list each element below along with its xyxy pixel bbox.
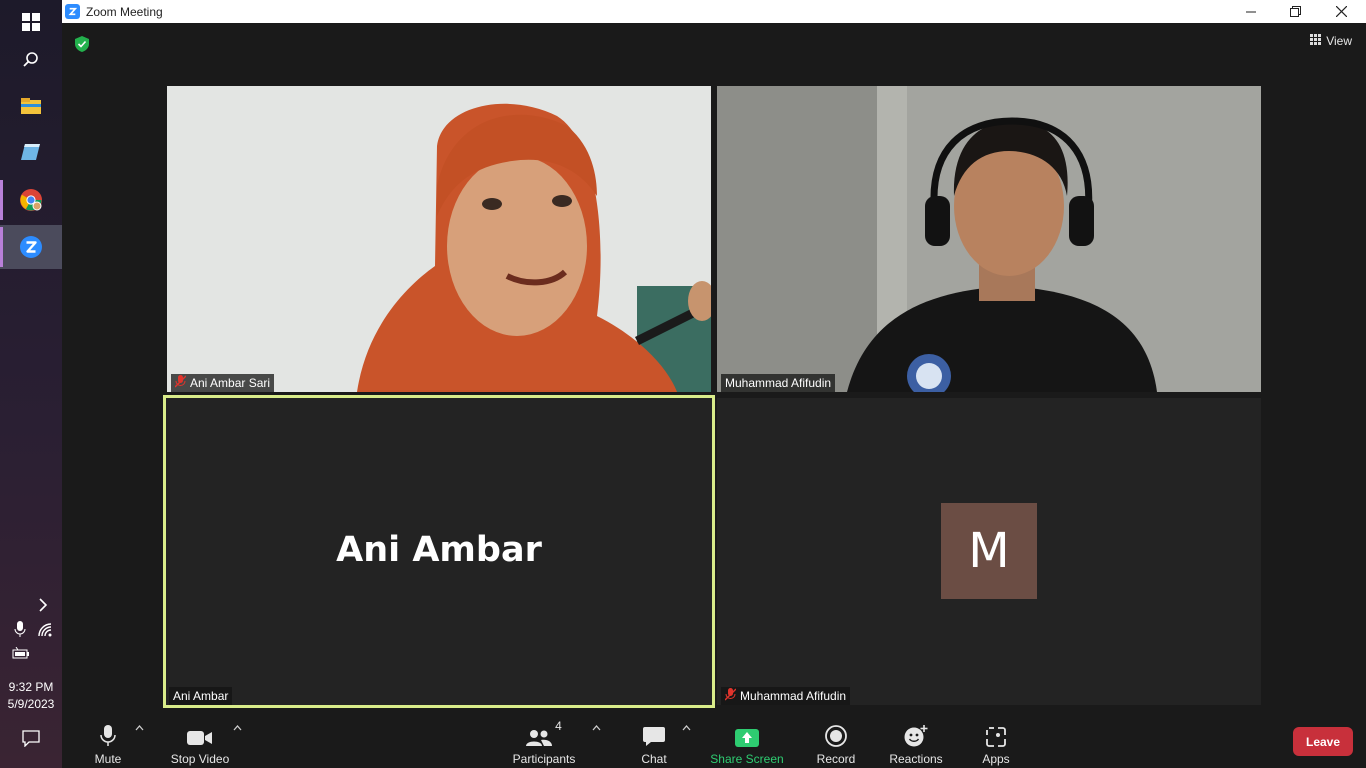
clock-date[interactable]: 5/9/2023 — [0, 697, 62, 711]
meeting-area: View Ani Ambar Sari Muhammad Afifudin An… — [62, 23, 1366, 768]
muted-microphone-icon — [724, 688, 737, 704]
clock-time[interactable]: 9:32 PM — [0, 680, 62, 694]
participants-icon: 4 — [526, 717, 562, 747]
meeting-toolbar: Mute Stop Video 4 Participants Chat Shar… — [62, 711, 1366, 768]
reactions-button[interactable]: Reactions — [888, 711, 944, 768]
avatar: M — [941, 503, 1037, 599]
chrome-icon[interactable] — [0, 178, 62, 222]
stop-video-button[interactable]: Stop Video — [165, 711, 235, 768]
zoom-app-icon — [65, 4, 80, 19]
video-tile-participant-2[interactable]: Muhammad Afifudin — [717, 86, 1261, 392]
chat-button[interactable]: Chat — [634, 711, 674, 768]
record-label: Record — [816, 752, 856, 766]
muted-microphone-icon — [174, 375, 187, 391]
windows-taskbar: 9:32 PM 5/9/2023 — [0, 0, 62, 768]
battery-icon[interactable] — [12, 646, 30, 662]
participant-nameplate: Ani Ambar Sari — [171, 374, 275, 392]
view-label: View — [1326, 34, 1352, 48]
chat-label: Chat — [641, 752, 667, 766]
restore-button[interactable] — [1272, 0, 1318, 23]
window-title: Zoom Meeting — [86, 4, 163, 19]
stop-video-label: Stop Video — [170, 752, 230, 766]
participant-video-image — [167, 86, 711, 392]
file-explorer-icon[interactable] — [0, 84, 62, 128]
smiley-face-icon — [904, 717, 928, 747]
grid-view-icon — [1310, 34, 1322, 48]
video-tile-participant-4[interactable]: M Muhammad Afifudin — [717, 398, 1261, 705]
participant-display-name: Ani Ambar — [336, 530, 542, 570]
record-button[interactable]: Record — [814, 711, 858, 768]
microphone-tray-icon[interactable] — [14, 621, 26, 641]
record-icon — [825, 717, 847, 747]
microphone-icon — [100, 717, 116, 747]
close-button[interactable] — [1318, 0, 1364, 23]
participant-video-image — [717, 86, 1261, 392]
participants-label: Participants — [512, 752, 576, 766]
chat-options-chevron-up-icon[interactable] — [682, 723, 691, 734]
notepad-icon[interactable] — [0, 130, 62, 174]
mute-label: Mute — [94, 752, 122, 766]
apps-icon — [986, 717, 1006, 747]
apps-label: Apps — [982, 752, 1010, 766]
view-button[interactable]: View — [1310, 34, 1352, 48]
search-icon[interactable] — [0, 38, 62, 82]
wifi-icon[interactable] — [38, 623, 54, 640]
minimize-button[interactable] — [1228, 0, 1274, 23]
participant-name: Ani Ambar — [173, 689, 229, 703]
reactions-label: Reactions — [889, 752, 943, 766]
video-tile-participant-1[interactable]: Ani Ambar Sari — [167, 86, 711, 392]
participant-name: Muhammad Afifudin — [740, 689, 847, 703]
share-screen-label: Share Screen — [710, 752, 784, 766]
share-screen-button[interactable]: Share Screen — [710, 711, 784, 768]
video-camera-icon — [187, 717, 213, 747]
leave-button[interactable]: Leave — [1293, 727, 1353, 756]
mute-button[interactable]: Mute — [88, 711, 128, 768]
share-screen-arrow-icon — [735, 717, 759, 747]
show-hidden-icons-chevron-icon[interactable] — [38, 598, 48, 615]
participant-nameplate: Ani Ambar — [169, 687, 233, 705]
window-titlebar: Zoom Meeting — [62, 0, 1366, 23]
participants-button[interactable]: 4 Participants — [508, 711, 580, 768]
video-options-chevron-up-icon[interactable] — [233, 723, 242, 734]
participants-count: 4 — [555, 719, 562, 733]
notifications-icon[interactable] — [22, 729, 40, 750]
video-tile-participant-3[interactable]: Ani Ambar Ani Ambar — [163, 395, 715, 708]
chat-bubble-icon — [643, 717, 665, 747]
participants-options-chevron-up-icon[interactable] — [592, 723, 601, 734]
apps-button[interactable]: Apps — [978, 711, 1014, 768]
participant-name: Ani Ambar Sari — [190, 376, 271, 390]
participant-nameplate: Muhammad Afifudin — [721, 374, 836, 392]
encryption-shield-icon[interactable] — [75, 36, 89, 57]
zoom-icon[interactable] — [0, 225, 62, 269]
audio-options-chevron-up-icon[interactable] — [135, 723, 144, 734]
participant-nameplate: Muhammad Afifudin — [721, 687, 851, 705]
participant-name: Muhammad Afifudin — [725, 376, 832, 390]
